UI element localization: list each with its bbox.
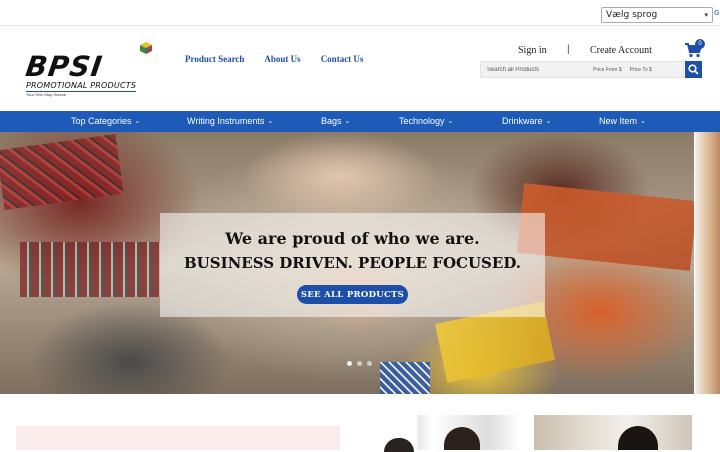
search-box: Price From $ Price To $ [480, 61, 684, 78]
create-account-link[interactable]: Create Account [590, 45, 652, 56]
content-section [0, 394, 720, 450]
chevron-down-icon: ⌄ [267, 118, 274, 125]
chevron-down-icon: ⌄ [640, 118, 646, 125]
nav-contact-us[interactable]: Contact Us [321, 54, 364, 64]
hero-photo-sleeve [0, 133, 124, 211]
office-photo [534, 415, 692, 450]
hero-text-panel: We are proud of who we are. BUSINESS DRI… [160, 213, 545, 317]
team-photo [360, 415, 520, 450]
chevron-down-icon: ⌄ [447, 118, 454, 125]
category-drinkware[interactable]: Drinkware ⌄ [502, 116, 551, 126]
hero-banner: We are proud of who we are. BUSINESS DRI… [0, 132, 694, 394]
hero-subheadline: BUSINESS DRIVEN. PEOPLE FOCUSED. [183, 254, 522, 272]
category-new-item[interactable]: New Item ⌄ [599, 116, 646, 126]
category-label: New Item [599, 116, 638, 126]
hero-headline: We are proud of who we are. [225, 229, 480, 248]
logo-text: BPSI [23, 50, 105, 83]
search-icon [688, 64, 699, 75]
price-to-field[interactable]: Price To $ [630, 67, 652, 73]
see-all-products-button[interactable]: SEE ALL PRODUCTS [297, 285, 408, 304]
sign-in-link[interactable]: Sign in [518, 45, 547, 56]
category-technology[interactable]: Technology ⌄ [399, 116, 453, 126]
account-separator: | [567, 44, 570, 55]
category-top-categories[interactable]: Top Categories ⌄ [71, 116, 140, 126]
promo-card [16, 426, 340, 450]
main-nav: Product Search About Us Contact Us [185, 54, 383, 64]
google-translate-icon: G [714, 10, 720, 17]
carousel-dot-1[interactable] [347, 361, 352, 366]
chevron-down-icon: ⌄ [134, 118, 141, 125]
chevron-down-icon: ▾ [704, 11, 708, 19]
hero-photo-sleeve [20, 242, 160, 297]
carousel-dots [347, 361, 372, 366]
category-bags[interactable]: Bags ⌄ [321, 116, 350, 126]
category-label: Bags [321, 116, 342, 126]
hero-photo-hands [240, 132, 440, 222]
price-from-field[interactable]: Price From $ [593, 67, 622, 73]
carousel-dot-2[interactable] [357, 361, 362, 366]
logo-tagline: Your One-Stop Source [26, 92, 67, 97]
language-select-value: Vælg sprog [606, 10, 658, 20]
category-label: Top Categories [71, 116, 132, 126]
nav-product-search[interactable]: Product Search [185, 54, 244, 64]
hero-photo-sleeve [380, 362, 430, 394]
language-select[interactable]: Vælg sprog ▾ [601, 7, 713, 23]
logo-subtitle: PROMOTIONAL PRODUCTS [26, 81, 137, 92]
chevron-down-icon: ⌄ [344, 118, 351, 125]
nav-about-us[interactable]: About Us [264, 54, 300, 64]
category-label: Technology [399, 116, 445, 126]
category-label: Writing Instruments [187, 116, 265, 126]
category-writing-instruments[interactable]: Writing Instruments ⌄ [187, 116, 273, 126]
search-button[interactable] [685, 61, 702, 78]
carousel-dot-3[interactable] [367, 361, 372, 366]
top-bar: Vælg sprog ▾ G [0, 0, 720, 26]
search-input[interactable] [481, 66, 593, 73]
category-label: Drinkware [502, 116, 543, 126]
next-slide-peek[interactable] [695, 132, 720, 394]
cart-count-badge: 0 [695, 39, 705, 49]
logo[interactable]: BPSI PROMOTIONAL PRODUCTS Your One-Stop … [24, 40, 156, 98]
logo-cube-icon [140, 42, 152, 54]
category-bar: Top Categories ⌄ Writing Instruments ⌄ Bag… [0, 111, 720, 132]
chevron-down-icon: ⌄ [545, 118, 552, 125]
